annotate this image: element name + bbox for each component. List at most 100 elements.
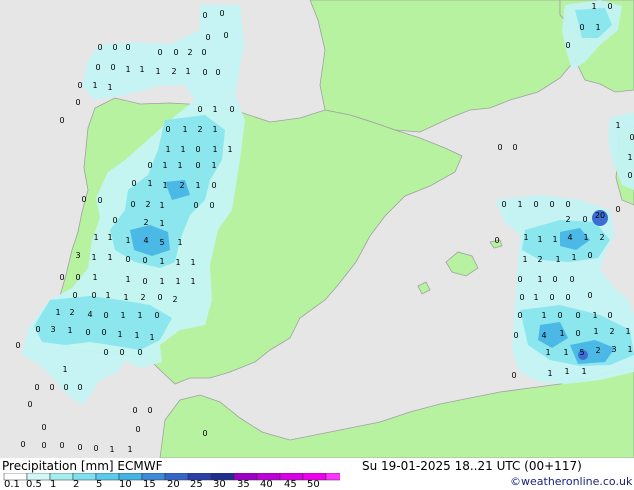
precip-value: 0 bbox=[587, 251, 592, 260]
precipitation-map: 0 00 00 0 00 0 2 00 0 1 1 1 2 1 0 00 1 100 1 001 2 101 1 0 1 10 1 1… bbox=[0, 0, 634, 458]
precip-value: 0 bbox=[75, 273, 80, 282]
precip-value: 0 bbox=[165, 125, 170, 134]
precip-value: 1 bbox=[155, 67, 160, 76]
precip-value: 0 bbox=[125, 255, 130, 264]
precip-value: 1 bbox=[592, 311, 597, 320]
precip-value: 1 bbox=[190, 277, 195, 286]
precip-value: 0 bbox=[59, 273, 64, 282]
precip-value: 2 bbox=[145, 200, 150, 209]
precip-value: 0 bbox=[41, 423, 46, 432]
precip-value: 0 bbox=[569, 275, 574, 284]
precip-value: 1 bbox=[120, 311, 125, 320]
precip-value: 0 bbox=[103, 348, 108, 357]
precip-value: 1 bbox=[190, 258, 195, 267]
precip-value: 0 bbox=[575, 329, 580, 338]
legend-tick-label: 40 bbox=[260, 479, 273, 490]
precip-value: 0 bbox=[125, 43, 130, 52]
precip-value: 0 bbox=[137, 348, 142, 357]
precip-value: 0 bbox=[615, 205, 620, 214]
precip-value: 1 bbox=[162, 181, 167, 190]
precip-value: 0 bbox=[497, 143, 502, 152]
precip-value: 0 bbox=[549, 200, 554, 209]
precip-value: 1 bbox=[627, 345, 632, 354]
precip-value: 1 bbox=[564, 367, 569, 376]
precip-value: 1 bbox=[227, 145, 232, 154]
precip-value: 1 bbox=[125, 65, 130, 74]
precip-value: 3 bbox=[75, 251, 80, 260]
precip-value: 2 bbox=[537, 255, 542, 264]
precip-value: 0 bbox=[77, 81, 82, 90]
precip-value: 0 bbox=[219, 9, 224, 18]
precip-value: 1 bbox=[107, 233, 112, 242]
precip-value: 1 bbox=[62, 365, 67, 374]
precip-value: 3 bbox=[611, 345, 616, 354]
precip-value: 0 bbox=[513, 331, 518, 340]
precip-value: 1 bbox=[185, 67, 190, 76]
precip-value: 0 bbox=[130, 200, 135, 209]
precip-value: 1 bbox=[92, 273, 97, 282]
precip-value: 0 bbox=[131, 179, 136, 188]
precip-value: 1 bbox=[180, 145, 185, 154]
precip-value: 1 bbox=[127, 445, 132, 454]
precip-value: 0 bbox=[519, 293, 524, 302]
precip-value: 1 bbox=[583, 233, 588, 242]
precip-value: 1 bbox=[537, 235, 542, 244]
precip-value: 0 bbox=[575, 311, 580, 320]
precip-value: 1 bbox=[533, 293, 538, 302]
precip-value: 2 bbox=[565, 215, 570, 224]
precip-value: 2 bbox=[179, 181, 184, 190]
precip-value: 1 bbox=[595, 23, 600, 32]
precip-value: 1 bbox=[123, 293, 128, 302]
legend-tick-label: 0.5 bbox=[26, 479, 42, 490]
precip-value: 1 bbox=[615, 121, 620, 130]
precip-value: 1 bbox=[212, 125, 217, 134]
precip-value: 0 bbox=[110, 63, 115, 72]
legend-tick-label: 25 bbox=[190, 479, 203, 490]
precip-value: 0 bbox=[112, 43, 117, 52]
model-name: ECMWF bbox=[117, 459, 163, 473]
precip-value: 1 bbox=[571, 253, 576, 262]
precip-value: 0 bbox=[15, 341, 20, 350]
precip-value: 1 bbox=[165, 145, 170, 154]
precip-value: 0 bbox=[565, 41, 570, 50]
precip-value: 1 bbox=[105, 291, 110, 300]
precip-value: 1 bbox=[55, 308, 60, 317]
precip-value: 1 bbox=[159, 201, 164, 210]
precip-value: 1 bbox=[182, 125, 187, 134]
precip-value: 0 bbox=[41, 441, 46, 450]
legend-tick-label: 30 bbox=[213, 479, 226, 490]
precip-value: 0 bbox=[197, 105, 202, 114]
precip-value: 1 bbox=[212, 105, 217, 114]
precip-value: 0 bbox=[215, 68, 220, 77]
precip-value: 0 bbox=[223, 31, 228, 40]
site-credit[interactable]: ©weatheronline.co.uk bbox=[510, 475, 632, 488]
precip-value: 1 bbox=[627, 153, 632, 162]
precip-value: 0 bbox=[511, 371, 516, 380]
precip-value: 2 bbox=[197, 125, 202, 134]
precip-value: 0 bbox=[209, 201, 214, 210]
legend-title-text: Precipitation [mm] bbox=[2, 459, 114, 473]
precip-value: 0 bbox=[132, 406, 137, 415]
precip-value: 0 bbox=[103, 311, 108, 320]
precip-value: 0 bbox=[565, 200, 570, 209]
precip-value: 0 bbox=[629, 133, 634, 142]
precip-value: 0 bbox=[49, 383, 54, 392]
precip-value: 0 bbox=[202, 11, 207, 20]
precip-value: 1 bbox=[149, 333, 154, 342]
precip-value: 0 bbox=[557, 311, 562, 320]
precip-value: 1 bbox=[212, 145, 217, 154]
precip-value: 0 bbox=[85, 328, 90, 337]
precip-value: 0 bbox=[157, 293, 162, 302]
precip-value: 1 bbox=[125, 236, 130, 245]
precip-value: 1 bbox=[125, 275, 130, 284]
legend-ticks: 0.1 0.5 1 2 5 10 15 20 25 30 35 40 45 50 bbox=[0, 480, 340, 490]
precip-value: 0 bbox=[627, 171, 632, 180]
precip-value: 0 bbox=[533, 200, 538, 209]
precip-value: 1 bbox=[555, 255, 560, 264]
precip-value: 1 bbox=[523, 233, 528, 242]
precip-value: 0 bbox=[517, 275, 522, 284]
precip-value: 0 bbox=[75, 98, 80, 107]
precip-value: 0 bbox=[579, 23, 584, 32]
precip-value: 0 bbox=[494, 236, 499, 245]
precip-value: 1 bbox=[195, 181, 200, 190]
